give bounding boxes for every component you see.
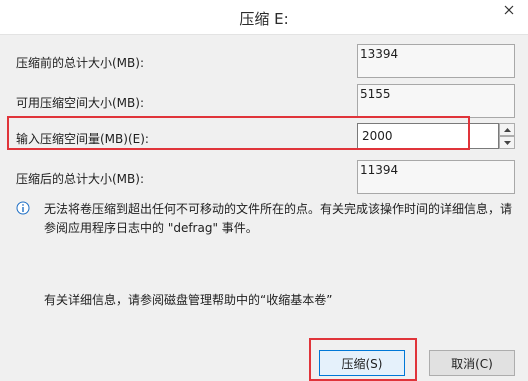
info-icon xyxy=(16,201,30,215)
total-before-label: 压缩前的总计大小(MB): xyxy=(16,56,144,70)
spin-down-button[interactable] xyxy=(499,136,515,149)
spin-up-icon xyxy=(503,127,511,132)
total-after-field: 11394 xyxy=(357,160,515,194)
available-field: 5155 xyxy=(357,84,515,118)
spin-up-button[interactable] xyxy=(499,123,515,136)
total-before-value: 13394 xyxy=(360,47,399,61)
cancel-button[interactable]: 取消(C) xyxy=(429,350,515,376)
info-message: 无法将卷压缩到超出任何不可移动的文件所在的点。有关完成该操作时间的详细信息，请参… xyxy=(44,202,513,235)
title-bar: 压缩 E: xyxy=(0,0,528,35)
available-label: 可用压缩空间大小(MB): xyxy=(16,96,144,110)
input-highlight-box xyxy=(7,116,470,150)
window-title: 压缩 E: xyxy=(239,10,289,28)
available-value: 5155 xyxy=(360,87,391,101)
spin-down-icon xyxy=(503,140,511,145)
button-highlight-box xyxy=(309,338,417,381)
total-after-value: 11394 xyxy=(360,163,399,177)
total-after-label: 压缩后的总计大小(MB): xyxy=(16,172,144,186)
total-before-field: 13394 xyxy=(357,44,515,78)
close-button[interactable] xyxy=(496,0,522,20)
close-icon xyxy=(504,5,514,15)
help-link-text: 有关详细信息，请参阅磁盘管理帮助中的“收缩基本卷” xyxy=(44,293,333,307)
